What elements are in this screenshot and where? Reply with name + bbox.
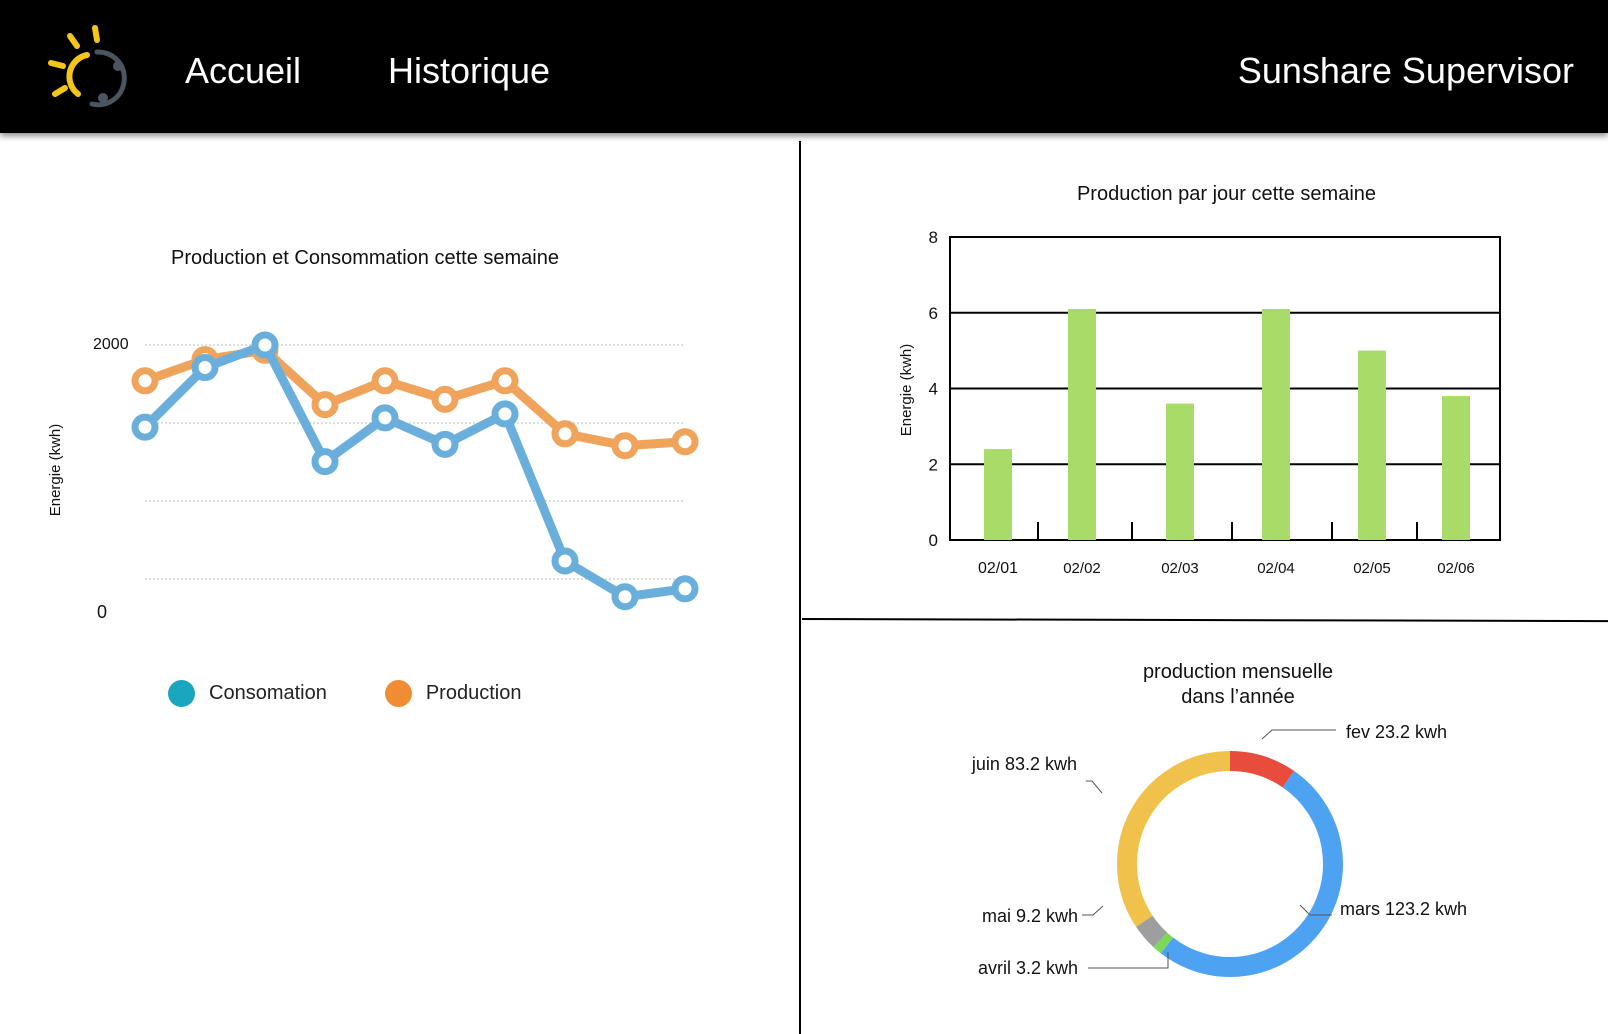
data-point-production [491, 367, 519, 395]
nav-history-link[interactable]: Historique [388, 50, 550, 92]
slice-label: mars 123.2 kwh [1340, 899, 1467, 919]
y-tick-label: 2000 [93, 336, 129, 353]
data-point-production [671, 428, 699, 456]
bar [1068, 308, 1096, 540]
x-tick-label: 02/03 [1161, 560, 1199, 577]
x-tick-label: 02/04 [1257, 560, 1295, 577]
series-line-consumption [140, 340, 690, 602]
donut-chart: fev 23.2 kwh mars 123.2 kwh avril 3.2 kwh m… [971, 722, 1467, 978]
line-chart-legend: Consomation Production [168, 678, 579, 708]
slice-label: juin 83.2 kwh [971, 754, 1077, 774]
data-point-production [431, 385, 459, 413]
y-tick-label: 2 [929, 455, 938, 474]
vertical-divider [799, 141, 801, 1034]
donut-slice [1153, 932, 1174, 954]
top-navigation-bar: Accueil Historique Sunshare Supervisor [0, 0, 1608, 133]
leader-line [1082, 905, 1104, 916]
bar [984, 449, 1012, 540]
slice-label: fev 23.2 kwh [1346, 722, 1447, 742]
leader-line [1261, 729, 1336, 740]
bar [1262, 308, 1290, 540]
data-point-consumption [251, 331, 279, 359]
donut-title-line2: dans l’année [1181, 686, 1295, 708]
legend-consumption-label: Consomation [209, 681, 327, 704]
donut-slice [1229, 751, 1295, 788]
legend-production-dot [384, 679, 412, 707]
slice-label: mai 9.2 kwh [982, 906, 1078, 926]
line-chart-title: Production et Consommation cette semaine [171, 247, 559, 269]
data-point-consumption [371, 404, 399, 432]
y-tick-label: 8 [929, 228, 938, 247]
bar-chart: 0 2 4 6 8 Energie (kwh) 02/01 02/02 02/03 02/04 02… [898, 228, 1501, 577]
x-tick-label: 02/02 [1063, 560, 1101, 577]
data-point-consumption [131, 413, 159, 441]
sunshare-logo-icon[interactable] [42, 22, 134, 114]
data-point-consumption [311, 448, 339, 476]
y-tick-label: 0 [97, 602, 107, 622]
nav-home-link[interactable]: Accueil [185, 50, 301, 92]
bar [1358, 350, 1386, 540]
bar [1166, 403, 1194, 540]
donut-title-line1: production mensuelle [1142, 661, 1334, 683]
data-point-production [371, 367, 399, 395]
data-point-production [131, 367, 159, 395]
data-point-production [611, 432, 639, 460]
legend-production-label: Production [425, 681, 522, 704]
donut-chart-title: production mensuelle dans l’année [1088, 660, 1388, 710]
y-tick-label: 0 [929, 531, 938, 550]
legend-item-consumption[interactable]: Consomation [168, 679, 327, 707]
data-point-production [551, 420, 579, 448]
data-point-consumption [551, 547, 579, 575]
leader-line [1088, 952, 1169, 969]
data-point-consumption [191, 354, 219, 382]
bar-chart-title: Production par jour cette semaine [1076, 183, 1377, 205]
legend-consumption-dot [168, 679, 195, 707]
y-tick-label: 4 [929, 380, 938, 399]
data-point-consumption [491, 400, 519, 428]
legend-item-production[interactable]: Production [384, 679, 522, 707]
donut-slice [1160, 770, 1343, 977]
bar [1442, 396, 1470, 540]
app-brand-name: Sunshare Supervisor [1237, 50, 1574, 91]
data-point-production [311, 391, 339, 419]
donut-slice [1136, 915, 1168, 948]
horizontal-divider [801, 618, 1608, 623]
data-point-consumption [611, 583, 639, 611]
leader-line [1086, 780, 1103, 794]
x-tick-label: 02/01 [978, 560, 1018, 577]
line-chart: 2000 0 Energie (kwh) [47, 331, 699, 622]
x-tick-label: 02/05 [1353, 560, 1391, 577]
donut-slice [1117, 751, 1231, 927]
y-tick-label: 6 [929, 304, 938, 323]
x-tick-label: 02/06 [1437, 560, 1475, 577]
y-axis-label: Energie (kwh) [47, 424, 64, 517]
y-axis-label: Energie (kwh) [898, 344, 915, 437]
data-point-consumption [431, 430, 459, 458]
slice-label: avril 3.2 kwh [978, 958, 1078, 978]
data-point-consumption [671, 575, 699, 603]
